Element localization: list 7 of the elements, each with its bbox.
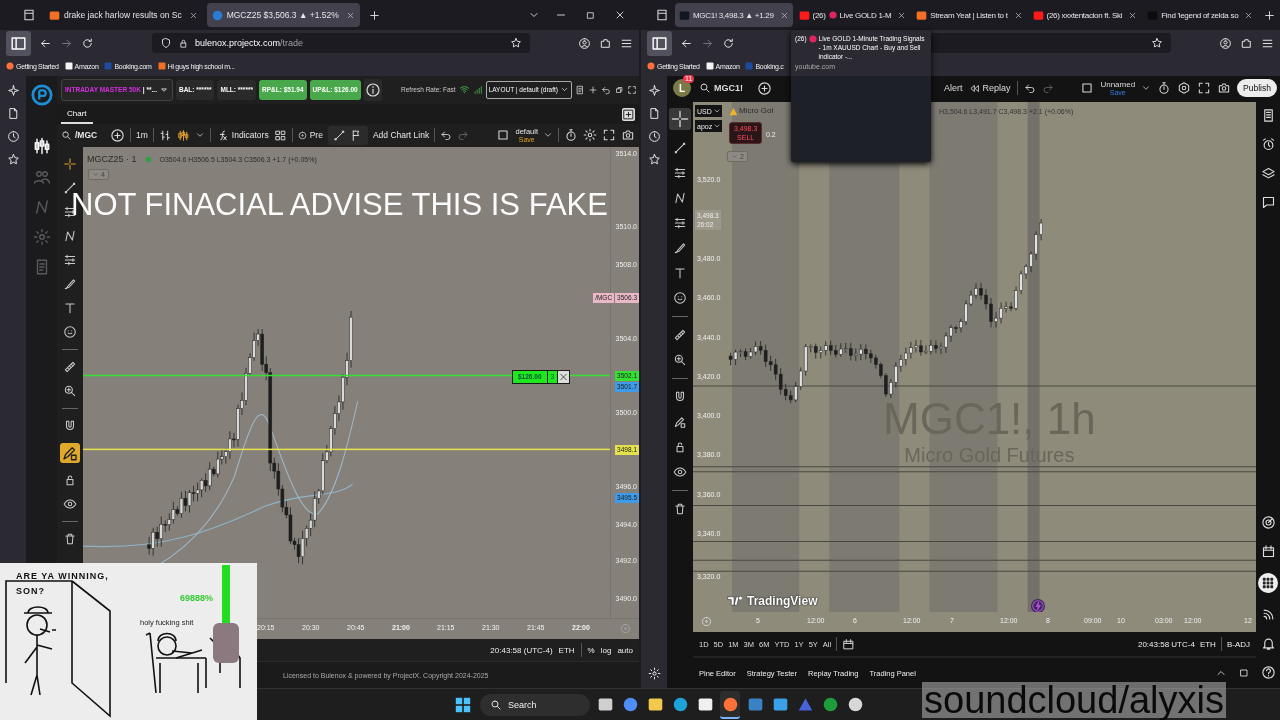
symbol-label: MGCZ25 · 1 xyxy=(87,154,137,165)
clock-label: 20:43:58 UTC-4 xyxy=(1137,639,1195,649)
comic-caption: ARE YA WINNING, SON? xyxy=(16,570,110,598)
symbol-name: Micro Gol xyxy=(739,106,774,115)
clock-label: 20:43:58 (UTC-4) xyxy=(490,645,553,655)
gain-percentage: 69888% xyxy=(180,593,214,603)
brand-name: TradingView xyxy=(747,594,818,608)
